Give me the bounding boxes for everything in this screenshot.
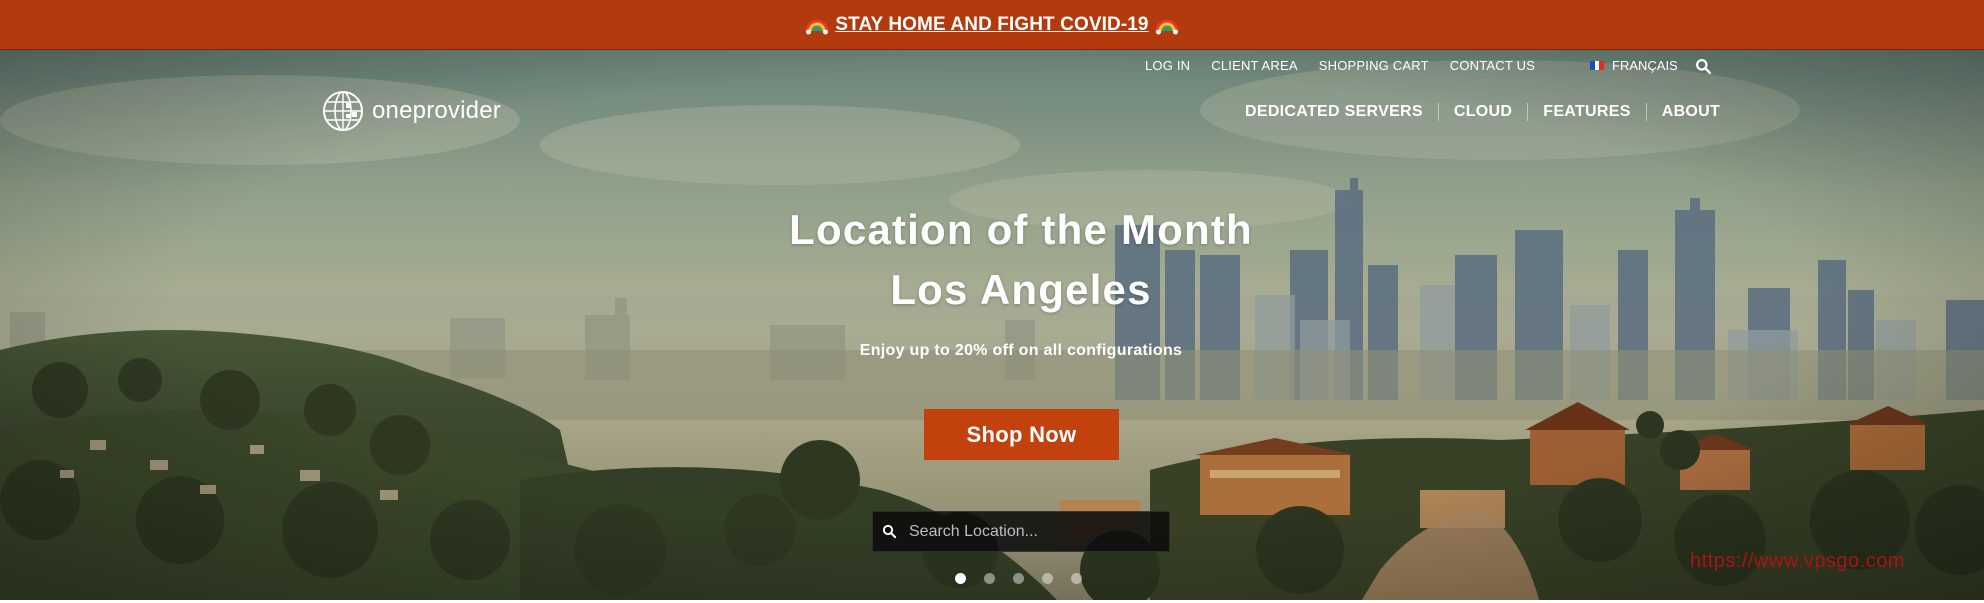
slide-dot-2[interactable] xyxy=(984,573,995,584)
slide-dot-5[interactable] xyxy=(1071,573,1082,584)
nav-about[interactable]: ABOUT xyxy=(1647,103,1735,121)
nav-features[interactable]: FEATURES xyxy=(1528,103,1645,121)
shop-now-button[interactable]: Shop Now xyxy=(924,409,1119,460)
slide-dot-4[interactable] xyxy=(1042,573,1053,584)
covid-banner: STAY HOME AND FIGHT COVID-19 xyxy=(0,0,1984,50)
hero-section: LOG IN CLIENT AREA SHOPPING CART CONTACT… xyxy=(0,50,1984,603)
hero-subtitle: Enjoy up to 20% off on all configuration… xyxy=(859,342,1183,359)
client-area-link[interactable]: CLIENT AREA xyxy=(1211,58,1298,73)
location-search-box xyxy=(872,511,1170,552)
hero-title-line-2: Los Angeles xyxy=(890,266,1152,313)
language-label: FRANÇAIS xyxy=(1612,58,1678,73)
search-icon[interactable] xyxy=(1695,58,1712,75)
nav-cloud[interactable]: CLOUD xyxy=(1439,103,1527,121)
language-switch[interactable]: FRANÇAIS xyxy=(1590,58,1678,73)
hero-title-line-1: Location of the Month xyxy=(789,206,1253,253)
login-link[interactable]: LOG IN xyxy=(1145,58,1190,73)
shopping-cart-link[interactable]: SHOPPING CART xyxy=(1319,58,1429,73)
slide-dot-1[interactable] xyxy=(955,573,966,584)
french-flag-icon xyxy=(1590,61,1605,70)
main-nav: DEDICATED SERVERS CLOUD FEATURES ABOUT xyxy=(1245,103,1735,121)
location-search-input[interactable] xyxy=(907,521,1147,542)
banner-content: STAY HOME AND FIGHT COVID-19 xyxy=(805,13,1179,37)
nav-dedicated-servers[interactable]: DEDICATED SERVERS xyxy=(1245,103,1438,121)
covid-banner-link[interactable]: STAY HOME AND FIGHT COVID-19 xyxy=(835,14,1148,36)
site-logo[interactable]: oneprovider xyxy=(322,90,501,132)
slide-dot-3[interactable] xyxy=(1013,573,1024,584)
search-icon xyxy=(882,524,897,539)
utility-nav: LOG IN CLIENT AREA SHOPPING CART CONTACT… xyxy=(1145,58,1535,73)
rainbow-icon xyxy=(805,19,829,34)
watermark-text: https://www.vpsgo.com xyxy=(1690,550,1906,572)
slider-pagination xyxy=(955,573,1082,584)
globe-logo-icon xyxy=(323,91,363,131)
rainbow-icon xyxy=(1155,19,1179,34)
logo-text: oneprovider xyxy=(372,97,501,124)
contact-us-link[interactable]: CONTACT US xyxy=(1450,58,1535,73)
